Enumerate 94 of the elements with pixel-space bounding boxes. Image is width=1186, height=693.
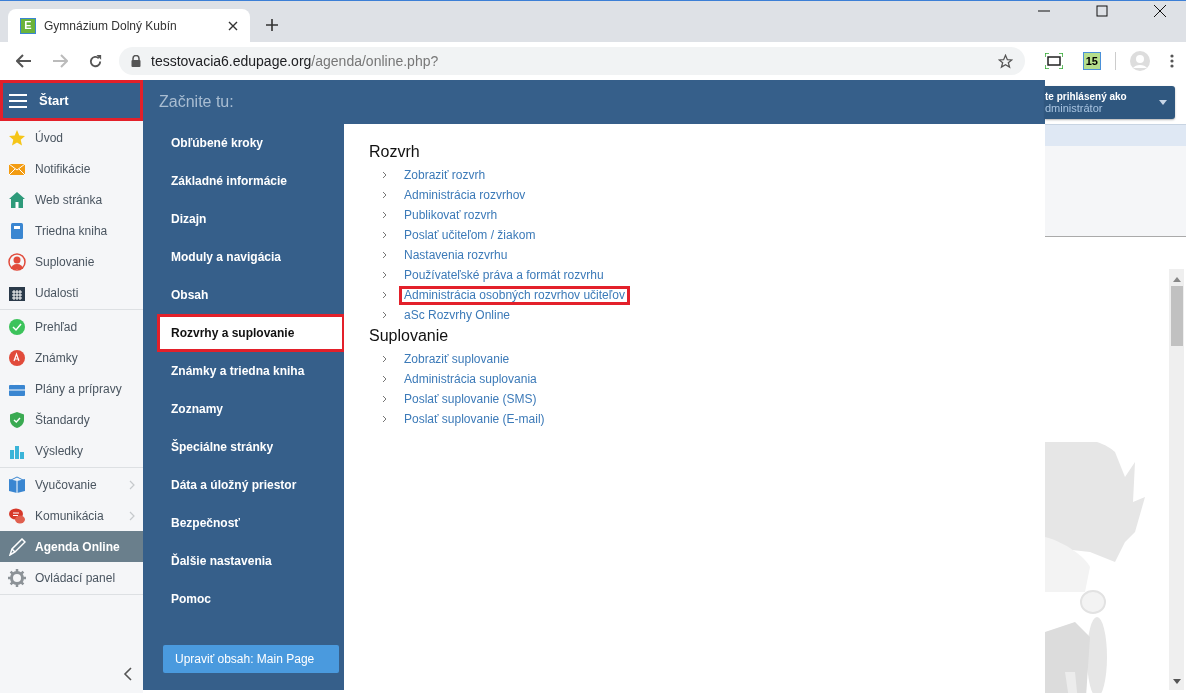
link[interactable]: Poslať učiteľom / žiakom [399,225,541,245]
link[interactable]: Poslať suplovanie (E-mail) [399,409,550,429]
sidebar-item[interactable]: Komunikácia [0,500,143,531]
link[interactable]: Zobraziť rozvrh [399,165,491,185]
chevron-right-icon [382,375,387,383]
chevron-right-icon [382,231,387,239]
menu-item[interactable]: Špeciálne stránky [157,428,344,466]
menu-item[interactable]: Dizajn [157,200,344,238]
chevron-left-icon[interactable] [123,667,132,681]
menu-item[interactable]: Bezpečnosť [157,504,344,542]
menu-item[interactable]: Pomoc [157,580,344,618]
scroll-down-icon[interactable] [1172,679,1181,684]
link[interactable]: Používateľské práva a formát rozvrhu [399,265,609,285]
screen-capture-icon[interactable] [1044,53,1063,69]
chevron-right-icon [382,171,387,179]
sidebar-item[interactable]: Web stránka [0,184,143,215]
sidebar-item[interactable]: Notifikácie [0,153,143,184]
close-icon[interactable] [228,20,238,31]
sidebar-item[interactable]: Štandardy [0,404,143,435]
section-heading: Rozvrh [369,143,421,162]
chevron-right-icon [382,311,387,319]
chat-icon [8,506,26,525]
back-icon[interactable] [16,54,32,68]
lock-icon [131,55,141,67]
user-menu[interactable]: te prihlásený ako dministrátor [1045,85,1175,119]
chevron-right-icon [382,211,387,219]
menu-item[interactable]: Obľúbené kroky [157,124,344,162]
start-button[interactable]: Štart [0,80,143,121]
sidebar-item[interactable]: Udalosti [0,277,143,308]
menu-item[interactable]: Základné informácie [157,162,344,200]
chevron-right-icon [382,415,387,423]
sidebar-item[interactable]: Známky [0,342,143,373]
sidebar-item[interactable]: Úvod [0,122,143,153]
link[interactable]: Poslať suplovanie (SMS) [399,389,542,409]
menu-icon[interactable] [1170,54,1174,68]
user-role: dministrátor [1045,101,1103,114]
tab-title: Gymnázium Dolný Kubín [44,18,178,33]
browser-tab[interactable]: E Gymnázium Dolný Kubín [8,9,250,42]
chevron-right-icon [129,510,135,521]
chevron-right-icon [382,251,387,259]
link[interactable]: Administrácia osobných rozvrhov učiteľov [399,285,630,305]
chevron-right-icon [382,291,387,299]
chevron-right-icon [382,395,387,403]
scroll-up-icon[interactable] [1172,277,1181,282]
menu-item[interactable]: Rozvrhy a suplovanie [157,314,345,352]
chevron-right-icon [382,355,387,363]
menu-item[interactable]: Moduly a navigácia [157,238,344,276]
sidebar-item[interactable]: Agenda Online [0,531,143,562]
sidebar-item[interactable]: Vyučovanie [0,469,143,500]
new-tab-icon[interactable] [266,19,278,31]
favicon-icon: E [20,17,36,34]
user-label: te prihlásený ako [1045,90,1128,102]
extension-icon[interactable]: 15 [1082,52,1101,70]
sidebar-item[interactable]: Plány a prípravy [0,373,143,404]
star-icon [8,128,26,147]
link[interactable]: aSc Rozvrhy Online [399,305,516,325]
sidebar-item[interactable]: Suplovanie [0,246,143,277]
maximize-icon[interactable] [1096,5,1108,17]
chevron-right-icon [382,271,387,279]
chevron-right-icon [382,191,387,199]
chevron-right-icon [129,479,135,490]
link[interactable]: Administrácia rozvrhov [399,185,531,205]
scroll-thumb[interactable] [1170,286,1183,346]
link[interactable]: Administrácia suplovania [399,369,542,389]
menu-item[interactable]: Ďalšie nastavenia [157,542,344,580]
link[interactable]: Publikovať rozvrh [399,205,503,225]
sidebar-item[interactable]: Ovládací panel [0,562,143,593]
sidebar-item[interactable]: Prehľad [0,311,143,342]
menu-icon [9,93,27,108]
openbook-icon [8,475,26,494]
menu-item[interactable]: Zoznamy [157,390,344,428]
shield-icon [8,410,26,429]
menu-item[interactable]: Známky a triedna kniha [157,352,344,390]
gear-icon [8,568,26,587]
check-icon [8,317,26,336]
menu-item[interactable]: Dáta a úložný priestor [157,466,344,504]
link[interactable]: Nastavenia rozvrhu [399,245,513,265]
house-icon [8,190,26,209]
person-icon [8,252,26,271]
link[interactable]: Zobraziť suplovanie [399,349,515,369]
scrollbar[interactable] [1169,269,1184,690]
sidebar-item[interactable]: Triedna kniha [0,215,143,246]
panel-title: Začnite tu: [158,92,235,112]
reload-icon[interactable] [88,53,103,69]
address-bar[interactable]: tesstovacia6.edupage.org/agenda/online.php? [119,47,1025,75]
grade-icon [8,348,26,367]
book-icon [8,221,26,240]
bookmark-star-icon[interactable] [997,53,1013,69]
caret-icon [1159,99,1167,105]
menu-item[interactable]: Obsah [157,276,344,314]
pencil-icon [8,537,26,556]
sidebar-item[interactable]: Výsledky [0,435,143,466]
section-heading: Suplovanie [369,327,450,346]
close-icon[interactable] [1154,5,1166,17]
